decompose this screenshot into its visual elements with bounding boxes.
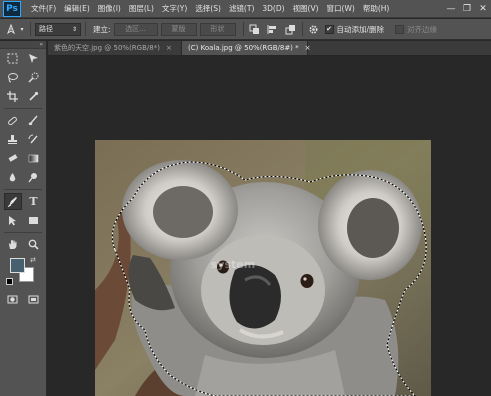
blur-tool-icon[interactable] xyxy=(4,169,22,186)
tab-koala-document[interactable]: (C) Koala.jpg @ 50%(RGB/8#) * × xyxy=(182,41,311,55)
gradient-tool-icon[interactable] xyxy=(25,150,43,167)
healing-brush-tool-icon[interactable] xyxy=(4,112,22,129)
menu-edit[interactable]: 编辑(E) xyxy=(60,0,94,18)
swap-colors-icon[interactable]: ⇄ xyxy=(30,256,36,264)
tab-label: (C) Koala.jpg @ 50%(RGB/8#) * xyxy=(188,44,299,52)
separator xyxy=(85,22,86,36)
menu-view[interactable]: 视图(V) xyxy=(289,0,323,18)
gear-icon[interactable] xyxy=(307,22,321,36)
brush-tool-icon[interactable] xyxy=(25,112,43,129)
make-mask-button[interactable]: 蒙版 xyxy=(160,22,197,36)
lasso-tool-icon[interactable] xyxy=(4,69,22,86)
restore-button[interactable]: ❐ xyxy=(459,0,475,18)
menu-help[interactable]: 帮助(H) xyxy=(359,0,394,18)
menu-type[interactable]: 文字(Y) xyxy=(158,0,191,18)
auto-add-delete-label: 自动添加/删除 xyxy=(336,24,385,34)
menu-bar: Ps 文件(F) 编辑(E) 图像(I) 图层(L) 文字(Y) 选择(S) 滤… xyxy=(0,0,491,18)
eraser-tool-icon[interactable] xyxy=(4,150,22,167)
make-shape-button[interactable]: 形状 xyxy=(199,22,236,36)
menu-window[interactable]: 窗口(W) xyxy=(323,0,359,18)
tab-purple-sky-document[interactable]: 紫色的天空.jpg @ 50%(RGB/8*) × xyxy=(48,41,182,55)
path-arrangement-icon[interactable] xyxy=(284,22,298,36)
menu-items: 文件(F) 编辑(E) 图像(I) 图层(L) 文字(Y) 选择(S) 滤镜(T… xyxy=(27,0,393,18)
pen-mode-value: 路径 xyxy=(39,25,53,33)
path-operations-icon[interactable] xyxy=(248,22,262,36)
history-brush-tool-icon[interactable] xyxy=(25,131,43,148)
make-selection-button[interactable]: 选区... xyxy=(113,22,158,36)
menu-filter[interactable]: 滤镜(T) xyxy=(225,0,258,18)
marquee-tool-icon[interactable] xyxy=(4,50,22,67)
minimize-button[interactable]: — xyxy=(443,0,459,18)
rectangle-tool-icon[interactable] xyxy=(25,212,43,229)
move-tool-icon[interactable] xyxy=(25,50,43,67)
document-tab-bar: 紫色的天空.jpg @ 50%(RGB/8*) × (C) Koala.jpg … xyxy=(48,41,491,56)
select-arrows-icon: ⇕ xyxy=(71,25,77,33)
separator xyxy=(301,22,303,36)
menu-layer[interactable]: 图层(L) xyxy=(125,0,158,18)
default-colors-icon[interactable] xyxy=(6,278,13,285)
separator xyxy=(4,189,42,190)
clone-stamp-tool-icon[interactable] xyxy=(4,131,22,148)
separator xyxy=(30,22,31,36)
separator xyxy=(4,232,42,233)
type-tool-icon[interactable]: T xyxy=(25,193,43,210)
crop-tool-icon[interactable] xyxy=(4,88,22,105)
align-edges-checkbox[interactable] xyxy=(395,24,405,34)
path-alignment-icon[interactable] xyxy=(266,22,280,36)
close-button[interactable]: ✕ xyxy=(475,0,491,18)
window-controls: — ❐ ✕ xyxy=(443,0,491,18)
tab-close-icon[interactable]: × xyxy=(305,44,311,52)
type-glyph: T xyxy=(29,195,38,208)
color-swatches: ⇄ xyxy=(0,256,46,290)
tool-preset-chevron-icon[interactable]: ▾ xyxy=(18,22,26,36)
auto-add-delete-checkbox[interactable]: ✔ xyxy=(324,24,334,34)
photo-right-eye xyxy=(300,274,314,288)
pen-mode-select[interactable]: 路径 ⇕ xyxy=(35,22,81,36)
checkmark-icon: ✔ xyxy=(326,25,332,33)
screen-mode-icon[interactable] xyxy=(25,291,43,308)
pen-icon[interactable] xyxy=(4,22,18,36)
eyedropper-tool-icon[interactable] xyxy=(25,88,43,105)
photo-right-eye-highlight xyxy=(303,277,307,281)
canvas-workspace[interactable]: system xyxy=(48,57,491,396)
options-bar: ▾ 路径 ⇕ 建立: 选区... 蒙版 形状 ✔ 自动添加/删除 对齐边缘 xyxy=(0,19,491,40)
menu-image[interactable]: 图像(I) xyxy=(94,0,125,18)
separator xyxy=(242,22,244,36)
separator xyxy=(4,108,42,109)
quick-selection-tool-icon[interactable] xyxy=(25,69,43,86)
tab-close-icon[interactable]: × xyxy=(166,44,172,52)
photo-nose xyxy=(229,265,281,329)
dodge-tool-icon[interactable] xyxy=(25,169,43,186)
menu-3d[interactable]: 3D(D) xyxy=(258,0,288,18)
zoom-tool-icon[interactable] xyxy=(25,236,43,253)
foreground-color-swatch[interactable] xyxy=(10,258,25,273)
align-edges-label: 对齐边缘 xyxy=(407,24,438,34)
tab-label: 紫色的天空.jpg @ 50%(RGB/8*) xyxy=(54,44,160,52)
photo-left-ear-inner xyxy=(153,186,213,238)
watermark-text: system xyxy=(210,258,256,271)
toolbox-panel: » T ⇄ xyxy=(0,41,47,396)
photo-right-ear-inner xyxy=(347,198,399,258)
quick-mask-icon[interactable] xyxy=(4,291,22,308)
menu-file[interactable]: 文件(F) xyxy=(27,0,60,18)
hand-tool-icon[interactable] xyxy=(4,236,22,253)
photoshop-logo: Ps xyxy=(3,0,21,17)
toolbox-collapse-icon[interactable]: » xyxy=(0,41,46,49)
menu-select[interactable]: 选择(S) xyxy=(191,0,225,18)
build-label: 建立: xyxy=(93,24,111,34)
pen-tool-icon[interactable] xyxy=(3,193,22,210)
path-selection-tool-icon[interactable] xyxy=(4,212,22,229)
koala-image[interactable]: system xyxy=(95,140,431,396)
